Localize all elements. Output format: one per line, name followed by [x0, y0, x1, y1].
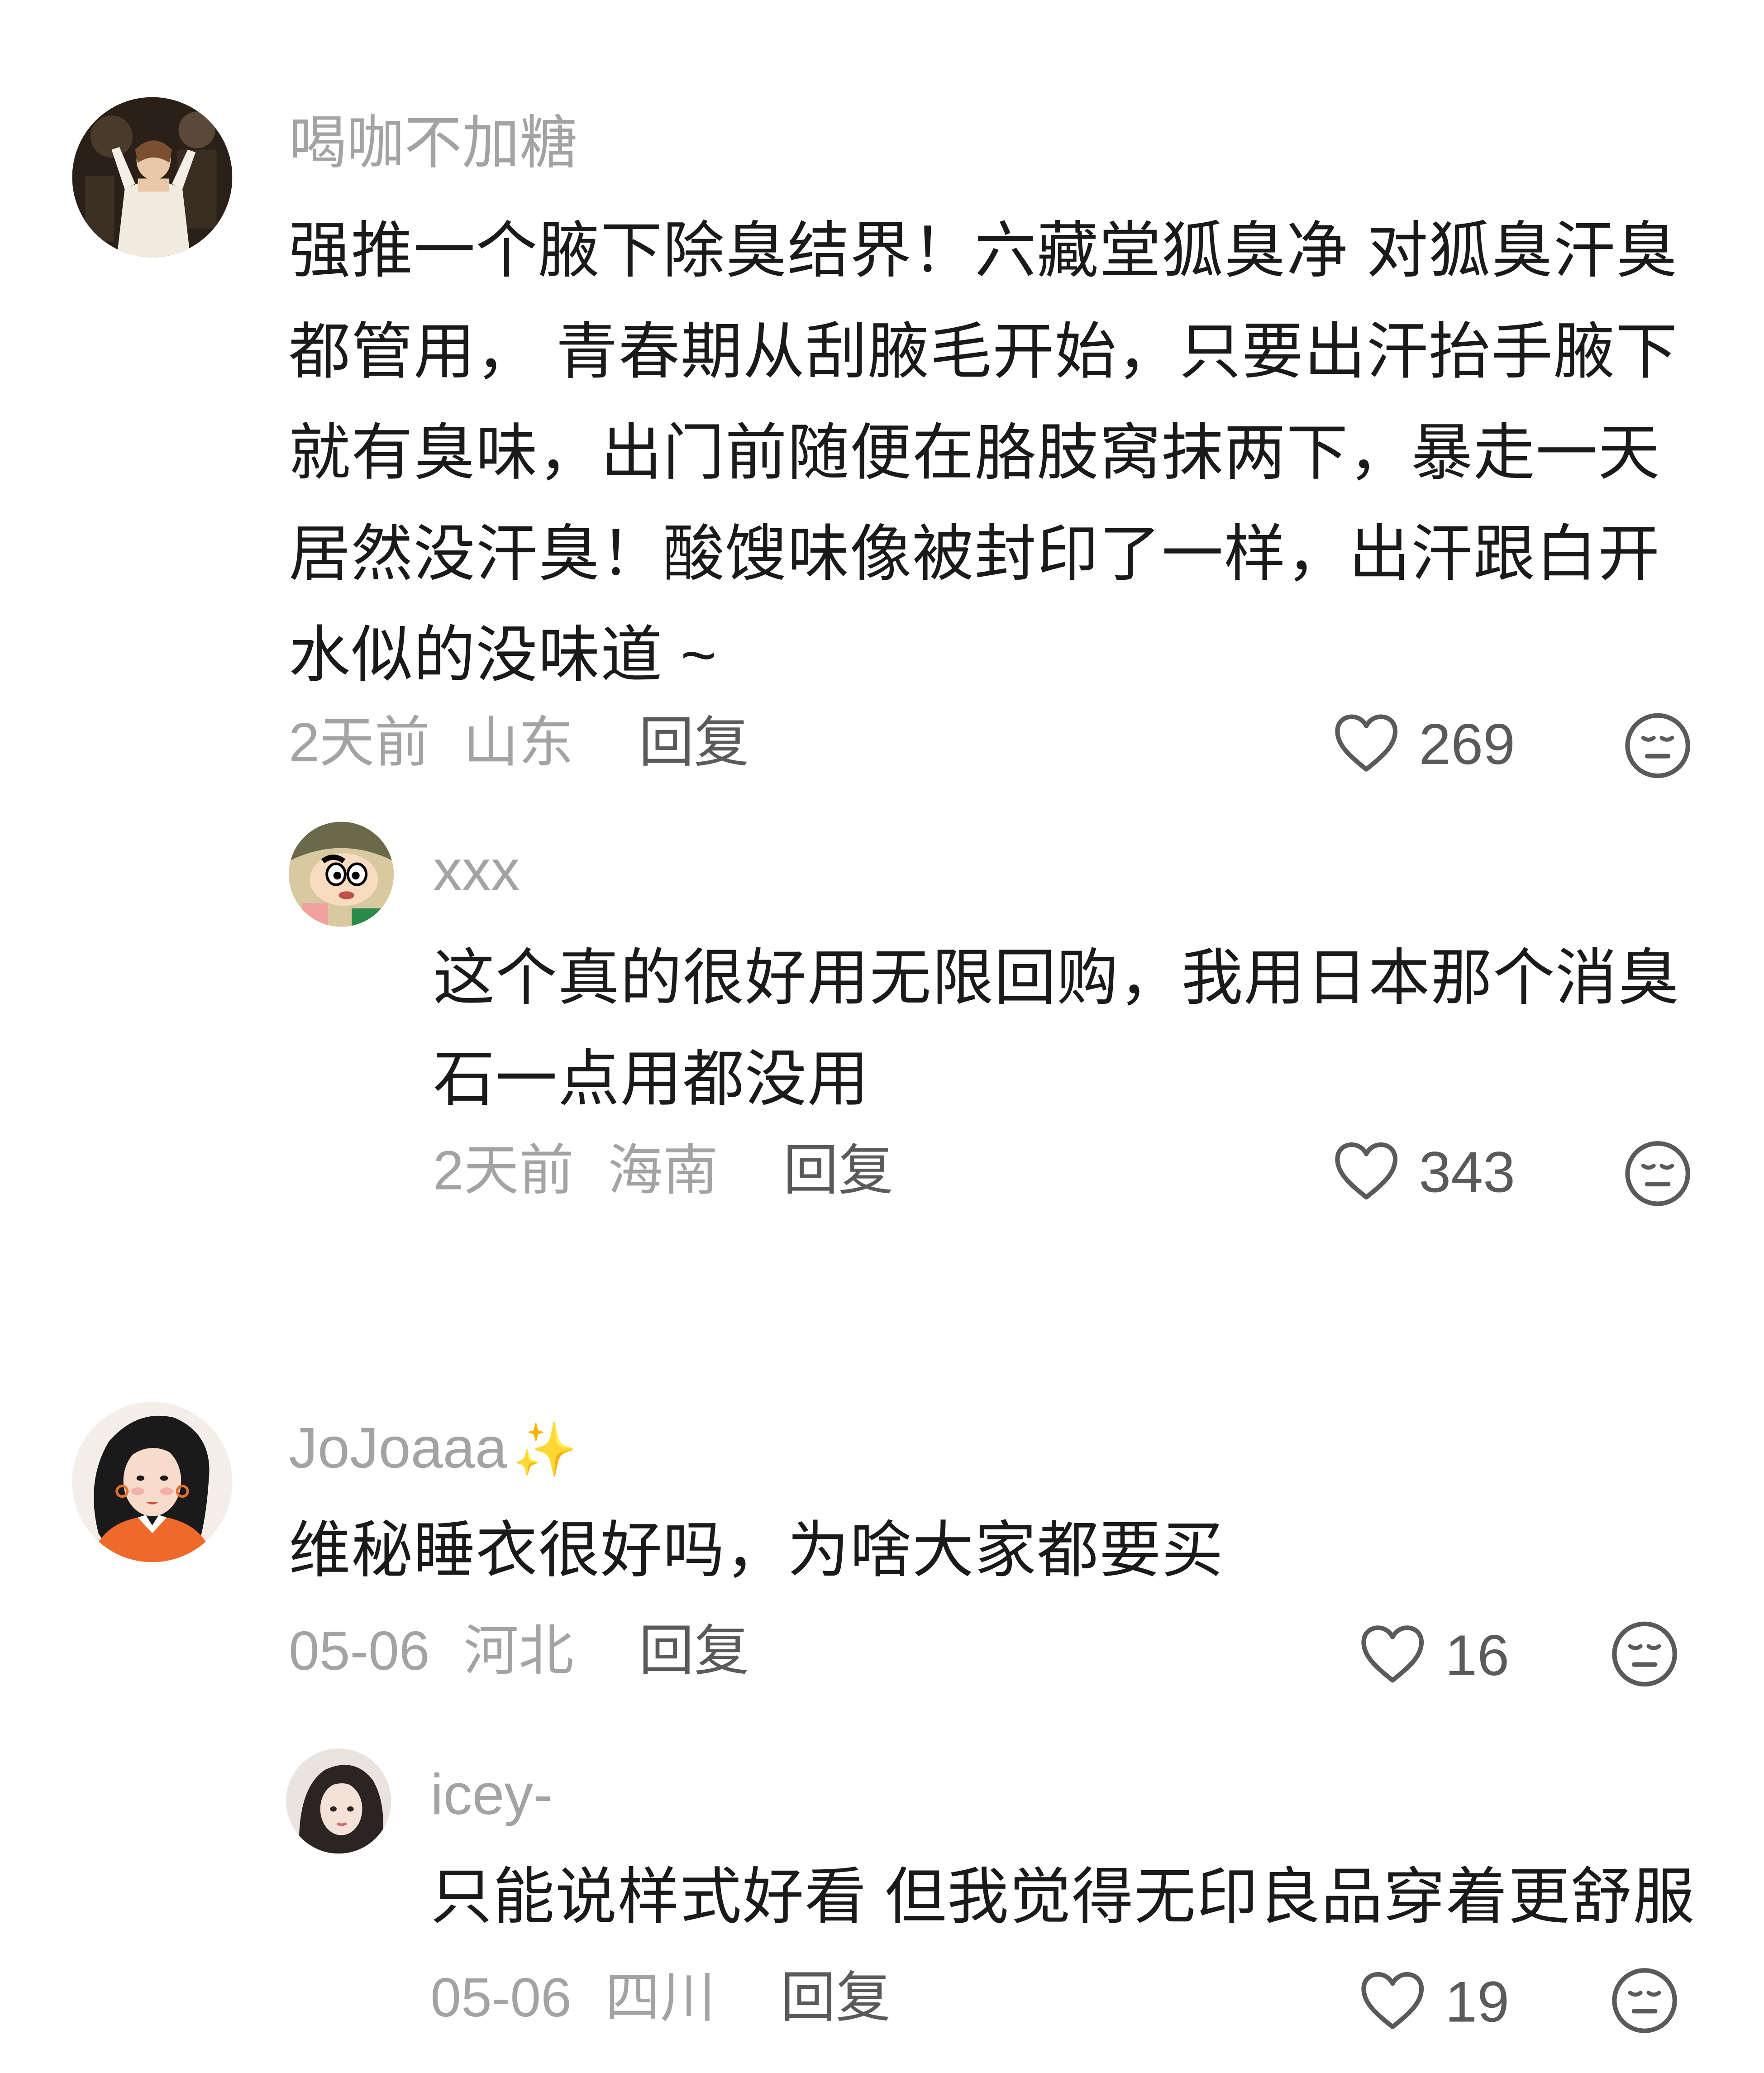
reply-button[interactable]: 回复	[639, 1620, 749, 1681]
comment-line: 维秘睡衣很好吗，为啥大家都要买	[289, 1514, 1224, 1585]
reply-button[interactable]: 回复	[781, 1967, 891, 2028]
comment-meta: 2天前 山东 回复	[289, 706, 749, 779]
avatar[interactable]	[289, 822, 394, 927]
like-button[interactable]: 343	[1332, 1137, 1515, 1210]
heart-outline-icon	[1335, 1143, 1398, 1200]
comment-line: 都管用， 青春期从刮腋毛开始，只要出汗抬手腋下	[289, 316, 1678, 386]
username-text: JoJoaaa	[289, 1416, 507, 1481]
comment-line: 这个真的很好用无限回购，我用日本那个消臭	[433, 942, 1680, 1013]
comment-time: 05-06	[430, 1966, 572, 2028]
comment-line: 水似的没味道 ~	[289, 619, 718, 689]
illustrated-woman-avatar-icon	[72, 1402, 233, 1562]
like-count: 16	[1445, 1624, 1510, 1688]
comment-content[interactable]: 只能说样式好看 但我觉得无印良品穿着更舒服	[430, 1846, 1730, 1947]
heart-outline-icon	[1361, 1626, 1424, 1683]
like-button[interactable]: 19	[1359, 1967, 1509, 2040]
comment-location: 海南	[607, 1139, 718, 1201]
like-count: 343	[1419, 1141, 1516, 1205]
heart-outline-icon	[1335, 715, 1398, 772]
comment-meta: 05-06 河北 回复	[289, 1614, 749, 1688]
cartoon-boy-avatar-icon	[289, 822, 394, 927]
comment-content[interactable]: 强推一个腋下除臭结界！六藏堂狐臭净 对狐臭汗臭 都管用， 青春期从刮腋毛开始，只…	[289, 200, 1706, 705]
comment-line: 只能说样式好看 但我觉得无印良品穿着更舒服	[430, 1861, 1695, 1931]
reply-button[interactable]: 回复	[639, 712, 749, 773]
username[interactable]: JoJoaaa ✨	[289, 1413, 578, 1487]
comment-location: 河北	[463, 1619, 574, 1682]
like-count: 19	[1445, 1970, 1510, 2035]
comment-line: 石一点用都没用	[433, 1043, 870, 1113]
like-count: 269	[1419, 712, 1516, 777]
comment-content[interactable]: 这个真的很好用无限回购，我用日本那个消臭 石一点用都没用	[433, 927, 1719, 1129]
comment-content[interactable]: 维秘睡衣很好吗，为啥大家都要买	[289, 1499, 1706, 1600]
comment-time: 2天前	[289, 711, 430, 774]
comment-line: 就有臭味，出门前随便在胳肢窝抹两下，暴走一天	[289, 417, 1660, 487]
comment-meta: 05-06 四川 回复	[430, 1961, 891, 2035]
reply-button[interactable]: 回复	[783, 1139, 894, 1201]
neutral-face-icon[interactable]	[1611, 1967, 1679, 2035]
woman-in-dress-avatar-icon	[72, 97, 233, 258]
comment-list: 喝咖不加糖 强推一个腋下除臭结界！六藏堂狐臭净 对狐臭汗臭 都管用， 青春期从刮…	[0, 0, 1764, 2073]
sparkle-icon: ✨	[512, 1422, 578, 1480]
comment-meta: 2天前 海南 回复	[433, 1134, 893, 1208]
neutral-face-icon[interactable]	[1624, 1139, 1692, 1208]
comment-time: 05-06	[289, 1619, 430, 1682]
like-button[interactable]: 16	[1359, 1620, 1509, 1693]
like-button[interactable]: 269	[1332, 709, 1515, 782]
comment-location: 四川	[605, 1966, 715, 2028]
comment-location: 山东	[463, 711, 574, 774]
username[interactable]: xxx	[433, 835, 520, 908]
username[interactable]: 喝咖不加糖	[289, 108, 577, 181]
avatar[interactable]	[72, 97, 233, 258]
username[interactable]: icey-	[430, 1759, 552, 1832]
comment-time: 2天前	[433, 1139, 574, 1201]
girl-photo-avatar-icon	[286, 1748, 391, 1854]
heart-outline-icon	[1361, 1973, 1424, 2030]
comment-line: 强推一个腋下除臭结界！六藏堂狐臭净 对狐臭汗臭	[289, 215, 1678, 285]
neutral-face-icon[interactable]	[1624, 712, 1692, 780]
avatar[interactable]	[286, 1748, 391, 1854]
neutral-face-icon[interactable]	[1611, 1620, 1679, 1688]
comment-line: 居然没汗臭！酸馊味像被封印了一样，出汗跟白开	[289, 518, 1660, 588]
avatar[interactable]	[72, 1402, 233, 1562]
